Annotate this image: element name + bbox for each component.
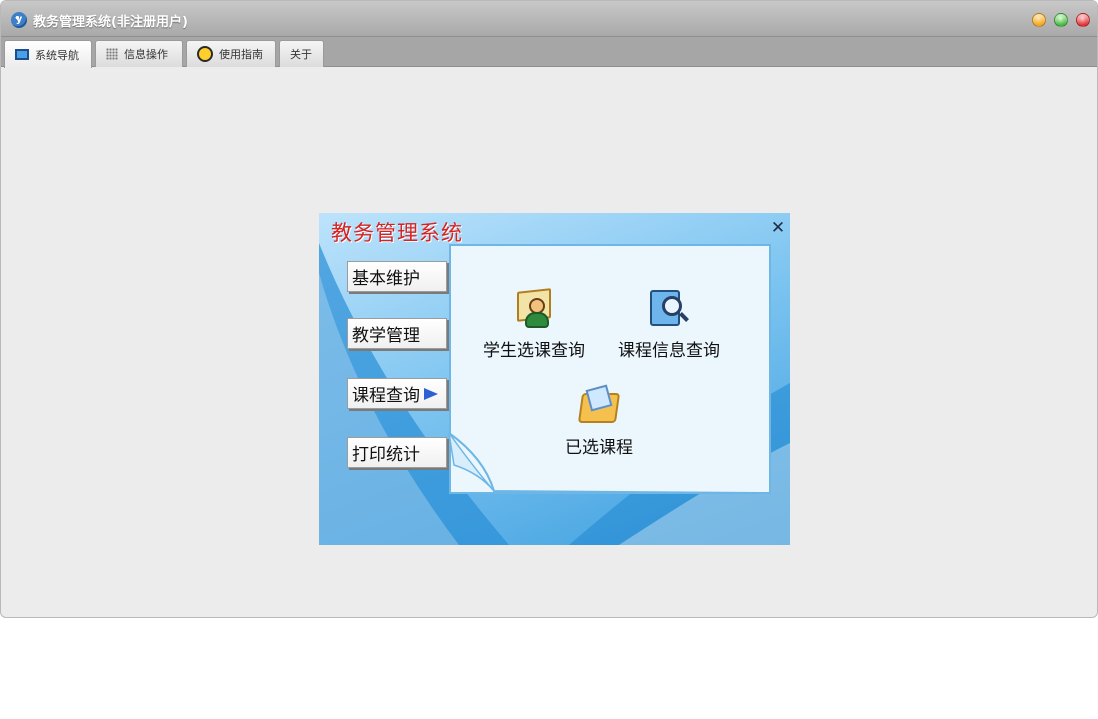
tab-about[interactable]: 关于 xyxy=(279,40,324,67)
arrow-right-icon xyxy=(424,387,438,401)
magnifier-icon xyxy=(648,288,690,330)
window-title: 教务管理系统(非注册用户) xyxy=(33,15,188,30)
menu-label: 课程查询 xyxy=(352,386,420,406)
maximize-button[interactable] xyxy=(1054,13,1068,27)
menu-label: 教学管理 xyxy=(352,326,420,346)
menu-label: 基本维护 xyxy=(352,269,420,289)
menu-course-query-button[interactable]: 课程查询 xyxy=(347,378,447,409)
tab-user-guide[interactable]: 使用指南 xyxy=(186,40,276,67)
dialog-close-button[interactable]: ✕ xyxy=(769,219,787,237)
menu-label: 打印统计 xyxy=(352,445,420,465)
tab-information-operation[interactable]: 信息操作 xyxy=(95,40,183,67)
navigation-dialog: 教务管理系统 ✕ 基本维护 教学管理 课程查询 打印统计 学生选课查询 课程信息… xyxy=(319,213,790,545)
menu-basic-maintenance-button[interactable]: 基本维护 xyxy=(347,261,447,292)
app-logo-icon: y xyxy=(11,12,27,28)
folder-icon xyxy=(577,384,621,427)
tab-label: 关于 xyxy=(290,48,312,61)
title-bar[interactable]: y 教务管理系统(非注册用户) xyxy=(1,1,1097,37)
book-person-icon xyxy=(513,288,555,330)
course-info-query-button[interactable]: 课程信息查询 xyxy=(618,288,720,361)
student-course-selection-query-button[interactable]: 学生选课查询 xyxy=(483,288,585,361)
tab-label: 系统导航 xyxy=(35,48,79,62)
selected-courses-button[interactable]: 已选课程 xyxy=(565,384,633,458)
tab-bar: 系统导航 信息操作 使用指南 关于 xyxy=(1,37,1097,68)
tab-label: 信息操作 xyxy=(124,48,168,61)
clock-icon xyxy=(197,46,213,62)
monitor-icon xyxy=(15,49,29,60)
feature-label: 已选课程 xyxy=(565,438,633,458)
menu-print-statistics-button[interactable]: 打印统计 xyxy=(347,437,447,468)
close-window-button[interactable] xyxy=(1076,13,1090,27)
feature-label: 学生选课查询 xyxy=(483,341,585,361)
tab-system-navigation[interactable]: 系统导航 xyxy=(4,40,92,68)
menu-teaching-management-button[interactable]: 教学管理 xyxy=(347,318,447,349)
tab-label: 使用指南 xyxy=(219,48,263,61)
app-window: y 教务管理系统(非注册用户) 系统导航 信息操作 使用指南 关于 教务管理系统… xyxy=(0,0,1098,618)
minimize-button[interactable] xyxy=(1032,13,1046,27)
feature-label: 课程信息查询 xyxy=(618,341,720,361)
grid-icon xyxy=(106,48,118,60)
